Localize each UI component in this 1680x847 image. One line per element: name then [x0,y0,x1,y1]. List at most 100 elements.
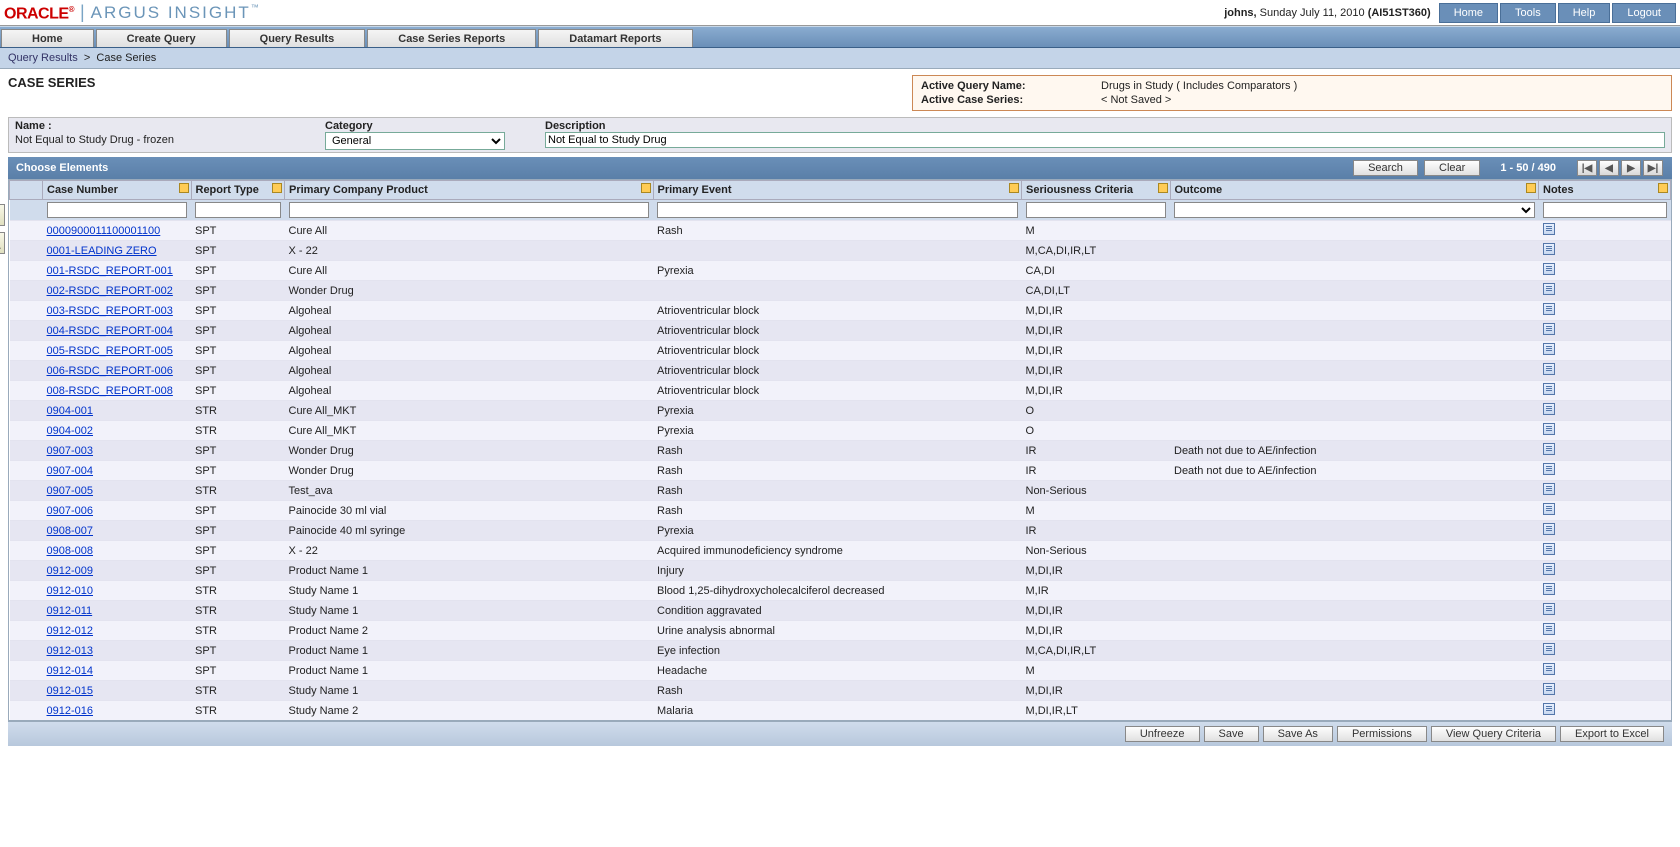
col-product[interactable]: Primary Company Product [285,181,654,200]
toplink-home[interactable]: Home [1439,3,1498,23]
pin-icon[interactable] [641,183,651,193]
col-notes[interactable]: Notes [1539,181,1671,200]
case-link[interactable]: 003-RSDC_REPORT-003 [47,305,173,317]
note-icon[interactable] [1543,543,1555,555]
case-link[interactable]: 004-RSDC_REPORT-004 [47,325,173,337]
case-link[interactable]: 0912-014 [47,665,94,677]
export-excel-button[interactable]: Export to Excel [1560,726,1664,742]
case-link[interactable]: 0908-008 [47,545,94,557]
menu-create-query[interactable]: Create Query [96,29,227,47]
toplink-logout[interactable]: Logout [1612,3,1676,23]
note-icon[interactable] [1543,363,1555,375]
filter-notes[interactable] [1543,202,1667,218]
pager-first[interactable]: |◀ [1577,160,1597,176]
permissions-button[interactable]: Permissions [1337,726,1427,742]
pin-icon[interactable] [179,183,189,193]
save-button[interactable]: Save [1204,726,1259,742]
note-icon[interactable] [1543,403,1555,415]
case-link[interactable]: 0912-011 [47,605,93,617]
menu-datamart-reports[interactable]: Datamart Reports [538,29,692,47]
pager-last[interactable]: ▶| [1643,160,1663,176]
menu-case-series-reports[interactable]: Case Series Reports [367,29,536,47]
col-report-type[interactable]: Report Type [191,181,285,200]
case-link[interactable]: 0912-015 [47,685,94,697]
filter-product[interactable] [289,202,650,218]
note-icon[interactable] [1543,603,1555,615]
case-link[interactable]: 0904-002 [47,425,94,437]
case-link[interactable]: 0907-004 [47,465,94,477]
note-icon[interactable] [1543,223,1555,235]
search-button[interactable]: Search [1353,160,1418,176]
filter-case[interactable] [47,202,188,218]
note-icon[interactable] [1543,523,1555,535]
case-link[interactable]: 0912-009 [47,565,94,577]
note-icon[interactable] [1543,703,1555,715]
description-input[interactable] [545,132,1665,148]
breadcrumb-query-results[interactable]: Query Results [8,52,78,64]
case-link[interactable]: 0907-006 [47,505,94,517]
pin-icon[interactable] [1158,183,1168,193]
col-case-number[interactable]: Case Number [43,181,192,200]
unfreeze-button[interactable]: Unfreeze [1125,726,1200,742]
case-link[interactable]: 001-RSDC_REPORT-001 [47,265,173,277]
note-icon[interactable] [1543,503,1555,515]
pin-icon[interactable] [1009,183,1019,193]
side-tool-2-icon[interactable]: 🔍 [0,232,5,254]
filter-rtype[interactable] [195,202,281,218]
case-link[interactable]: 008-RSDC_REPORT-008 [47,385,173,397]
note-icon[interactable] [1543,623,1555,635]
note-icon[interactable] [1543,243,1555,255]
note-icon[interactable] [1543,663,1555,675]
case-link[interactable]: 0904-001 [47,405,94,417]
note-icon[interactable] [1543,323,1555,335]
view-query-criteria-button[interactable]: View Query Criteria [1431,726,1556,742]
pager-prev[interactable]: ◀ [1599,160,1619,176]
case-link[interactable]: 0907-005 [47,485,94,497]
case-link[interactable]: 005-RSDC_REPORT-005 [47,345,173,357]
case-link[interactable]: 0000900011100001100 [47,225,161,237]
pager-next[interactable]: ▶ [1621,160,1641,176]
pin-icon[interactable] [1658,183,1668,193]
case-link[interactable]: 0912-013 [47,645,94,657]
case-link[interactable]: 0912-010 [47,585,94,597]
col-outcome[interactable]: Outcome [1170,181,1539,200]
case-link[interactable]: 0912-012 [47,625,94,637]
note-icon[interactable] [1543,443,1555,455]
note-icon[interactable] [1543,483,1555,495]
side-tool-1-icon[interactable]: 📋 [0,204,5,226]
note-icon[interactable] [1543,423,1555,435]
case-link[interactable]: 0908-007 [47,525,94,537]
note-icon[interactable] [1543,343,1555,355]
grid-scroll[interactable]: Case Number Report Type Primary Company … [9,180,1671,720]
note-icon[interactable] [1543,463,1555,475]
filter-outcome[interactable] [1174,202,1535,218]
clear-button[interactable]: Clear [1424,160,1480,176]
note-icon[interactable] [1543,383,1555,395]
argus-logo: ARGUS INSIGHT™ [91,3,261,23]
menu-query-results[interactable]: Query Results [229,29,366,47]
pin-icon[interactable] [1526,183,1536,193]
pin-icon[interactable] [272,183,282,193]
filter-event[interactable] [657,202,1018,218]
col-criteria[interactable]: Seriousness Criteria [1022,181,1171,200]
note-icon[interactable] [1543,303,1555,315]
category-select[interactable]: General [325,132,505,150]
save-as-button[interactable]: Save As [1263,726,1333,742]
case-link[interactable]: 0912-016 [47,705,94,717]
note-icon[interactable] [1543,643,1555,655]
note-icon[interactable] [1543,583,1555,595]
case-link[interactable]: 002-RSDC_REPORT-002 [47,285,173,297]
col-event[interactable]: Primary Event [653,181,1022,200]
note-icon[interactable] [1543,683,1555,695]
filter-crit[interactable] [1026,202,1167,218]
menu-home[interactable]: Home [1,29,94,47]
note-icon[interactable] [1543,263,1555,275]
cell-crit: O [1022,401,1171,421]
case-link[interactable]: 0001-LEADING ZERO [47,245,157,257]
toplink-help[interactable]: Help [1558,3,1611,23]
toplink-tools[interactable]: Tools [1500,3,1556,23]
note-icon[interactable] [1543,283,1555,295]
case-link[interactable]: 0907-003 [47,445,94,457]
note-icon[interactable] [1543,563,1555,575]
case-link[interactable]: 006-RSDC_REPORT-006 [47,365,173,377]
